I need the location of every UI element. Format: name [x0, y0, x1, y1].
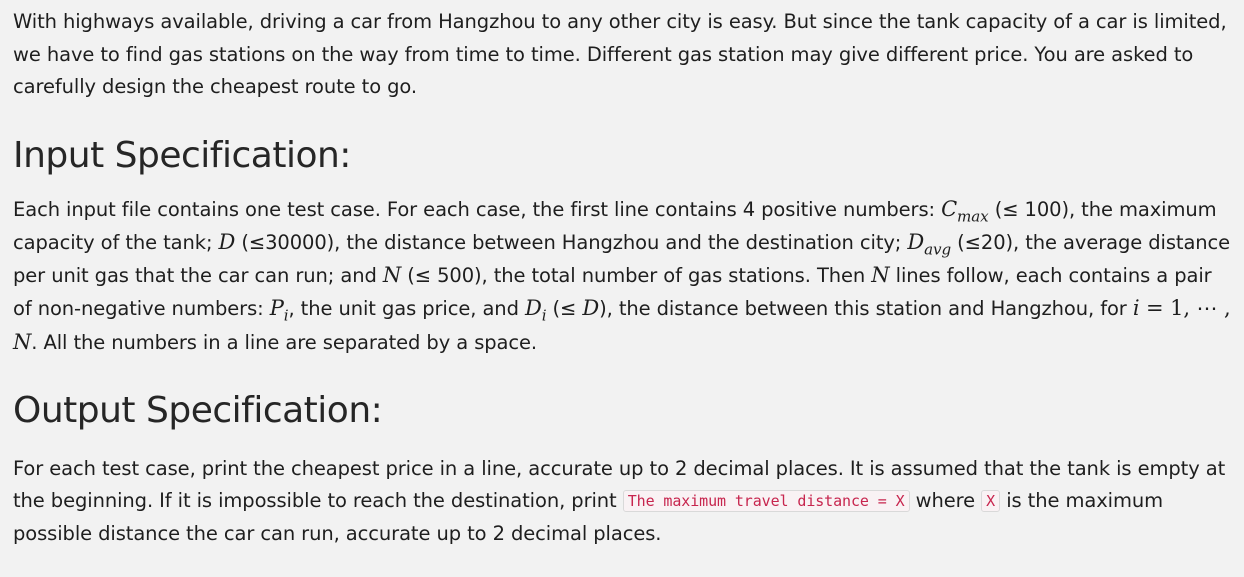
n-symbol: N: [871, 263, 890, 288]
output-text-2: where: [909, 488, 982, 512]
input-text-7: , the unit gas price, and: [288, 297, 525, 321]
output-spec-paragraph: For each test case, print the cheapest p…: [13, 453, 1231, 550]
pi-symbol: Pi: [269, 296, 289, 325]
input-text-10: . All the numbers in a line are separate…: [31, 330, 537, 354]
intro-paragraph: With highways available, driving a car f…: [13, 10, 1227, 98]
input-spec-paragraph: Each input file contains one test case. …: [13, 193, 1231, 359]
n-symbol: N: [13, 329, 32, 354]
range-expression: = 1, ⋯ ,: [1139, 296, 1231, 321]
input-text-3: (≤30000), the distance between Hangzhou …: [235, 230, 908, 254]
d-symbol: D: [582, 296, 600, 321]
input-text-5: (≤ 500), the total number of gas station…: [401, 264, 872, 288]
input-text-9: ), the distance between this station and…: [599, 297, 1133, 321]
input-spec-heading: Input Specification:: [13, 134, 351, 176]
input-text-1: Each input file contains one test case. …: [13, 197, 942, 221]
davg-symbol: Davg: [907, 229, 952, 259]
output-spec-heading: Output Specification:: [13, 389, 383, 431]
di-symbol: Di: [524, 296, 547, 325]
cmax-symbol: Cmax: [941, 196, 989, 225]
problem-statement: With highways available, driving a car f…: [0, 0, 1244, 577]
input-text-8: (≤: [546, 297, 583, 321]
inline-code-max-distance: The maximum travel distance = X: [622, 489, 910, 512]
d-symbol: D: [218, 229, 236, 254]
n-symbol: N: [382, 263, 402, 288]
inline-code-x: X: [981, 489, 1001, 512]
